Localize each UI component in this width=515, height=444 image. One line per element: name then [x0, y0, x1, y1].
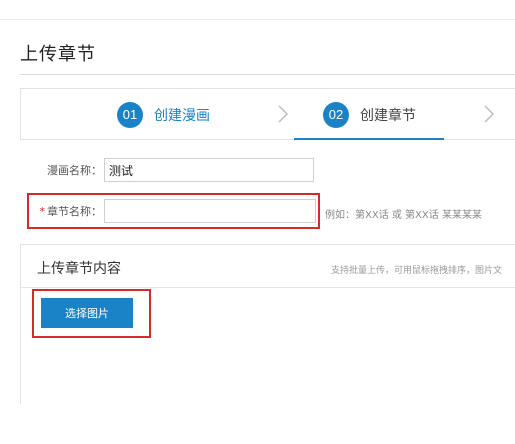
- step-number-badge: 01: [117, 101, 143, 128]
- title-divider: [20, 74, 515, 75]
- comic-name-input[interactable]: [104, 158, 314, 182]
- chapter-name-hint: 例如：第XX话 或 第XX话 某某某某: [325, 210, 482, 221]
- chevron-right-icon: [278, 105, 289, 123]
- step-create-chapter[interactable]: 02 创建章节: [323, 89, 416, 140]
- step-label: 创建章节: [360, 107, 416, 124]
- upload-panel-header: 上传章节内容 支持批量上传，可用鼠标拖拽排序，图片文: [21, 245, 515, 288]
- chapter-name-row: * 章节名称：: [20, 198, 316, 224]
- chapter-name-input[interactable]: [104, 199, 316, 223]
- step-create-comic[interactable]: 01 创建漫画: [117, 89, 210, 140]
- chevron-right-icon: [484, 105, 495, 123]
- upload-panel-hint: 支持批量上传，可用鼠标拖拽排序，图片文: [331, 266, 503, 276]
- required-mark: *: [39, 205, 46, 218]
- upload-chapter-page: 上传章节 01 创建漫画 02 创建章节 漫画名称： *章节名称： 例如：第XX…: [0, 0, 515, 444]
- top-divider: [0, 19, 515, 20]
- step-number-badge: 02: [323, 101, 349, 128]
- comic-name-label: 漫画名称：: [47, 164, 102, 177]
- active-step-underline: [294, 138, 444, 140]
- step-label: 创建漫画: [154, 107, 210, 124]
- comic-name-row: 漫画名称：: [20, 157, 314, 183]
- page-title: 上传章节: [20, 44, 96, 65]
- select-images-button[interactable]: 选择图片: [41, 298, 133, 328]
- chapter-name-label: 章节名称：: [47, 205, 102, 218]
- stepper: 01 创建漫画 02 创建章节: [20, 88, 515, 140]
- chapter-name-label-wrap: * 章节名称：: [20, 203, 104, 219]
- upload-panel-title: 上传章节内容: [37, 261, 121, 277]
